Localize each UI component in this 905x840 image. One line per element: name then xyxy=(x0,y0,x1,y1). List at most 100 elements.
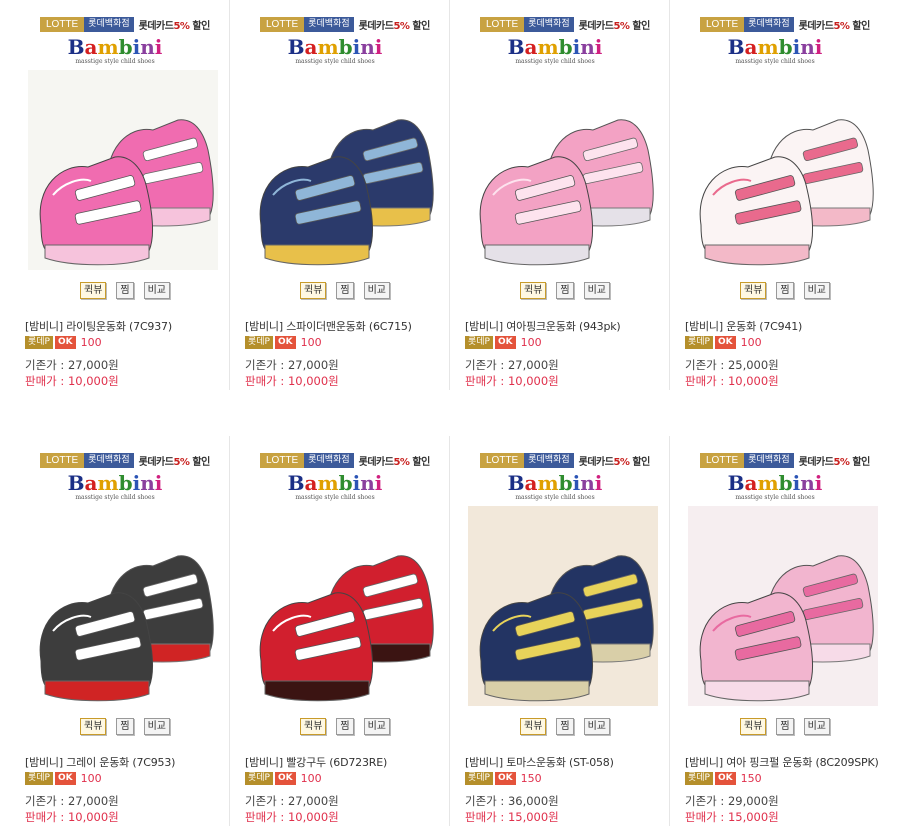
quickview-button[interactable]: 퀵뷰 xyxy=(300,282,327,299)
brand-letter: i xyxy=(814,35,823,59)
brand-logo: Bambini masstige style child shoes xyxy=(10,472,220,502)
original-price: 기존가 : 27,000원 xyxy=(25,793,119,809)
product-name[interactable]: [밤비니] 그레이 운동화 (7C953) xyxy=(25,754,175,770)
product-name[interactable]: [밤비니] 스파이더맨운동화 (6C715) xyxy=(245,318,412,334)
brand-letter: B xyxy=(727,471,745,495)
sale-price-label: 판매가 : xyxy=(465,374,508,388)
original-price: 기존가 : 27,000원 xyxy=(245,357,339,373)
quickview-button[interactable]: 퀵뷰 xyxy=(740,718,767,735)
brand-letter: a xyxy=(84,471,98,495)
product-image[interactable] xyxy=(468,506,658,706)
brand-name: Bambini xyxy=(230,472,440,494)
wishlist-button[interactable]: 찜 xyxy=(336,718,354,735)
discount-tail: 할인 xyxy=(189,20,210,32)
compare-button[interactable]: 비교 xyxy=(143,718,171,735)
promo-banner: LOTTE 롯데백화점 롯데카드5% 할인 xyxy=(40,452,210,468)
action-buttons: 퀵뷰 찜 비교 xyxy=(80,282,171,299)
brand-letter: i xyxy=(374,35,383,59)
lotte-label: LOTTE xyxy=(260,16,305,32)
compare-button[interactable]: 비교 xyxy=(803,282,831,299)
quickview-button[interactable]: 퀵뷰 xyxy=(740,282,767,299)
brand-name: Bambini xyxy=(10,36,220,58)
compare-button[interactable]: 비교 xyxy=(363,718,391,735)
wishlist-button[interactable]: 찜 xyxy=(116,282,134,299)
product-image[interactable] xyxy=(248,70,438,270)
promo-banner: LOTTE 롯데백화점 롯데카드5% 할인 xyxy=(700,16,870,32)
point-row: 롯데P OK 100 xyxy=(25,772,102,785)
original-price: 기존가 : 27,000원 xyxy=(245,793,339,809)
action-buttons: 퀵뷰 찜 비교 xyxy=(740,282,831,299)
product-name[interactable]: [밤비니] 운동화 (7C941) xyxy=(685,318,802,334)
product-name[interactable]: [밤비니] 여아핑크운동화 (943pk) xyxy=(465,318,621,334)
wishlist-button[interactable]: 찜 xyxy=(556,718,574,735)
brand-letter: m xyxy=(97,35,119,59)
discount-percent: 5% xyxy=(393,20,410,32)
product-image[interactable] xyxy=(248,506,438,706)
product-card: LOTTE 롯데백화점 롯데카드5% 할인 Bambini masstige style… xyxy=(669,0,890,400)
wishlist-button[interactable]: 찜 xyxy=(776,718,794,735)
compare-button[interactable]: 비교 xyxy=(583,282,611,299)
product-image[interactable] xyxy=(688,70,878,270)
compare-button[interactable]: 비교 xyxy=(803,718,831,735)
brand-letter: m xyxy=(317,471,339,495)
original-price-value: 25,000원 xyxy=(727,358,779,372)
brand-tagline: masstige style child shoes xyxy=(515,58,595,65)
wishlist-button[interactable]: 찜 xyxy=(776,282,794,299)
sale-price: 판매가 : 10,000원 xyxy=(465,373,559,389)
brand-letter: b xyxy=(778,471,793,495)
compare-button[interactable]: 비교 xyxy=(363,282,391,299)
sale-price-value: 15,000원 xyxy=(727,810,779,824)
product-name[interactable]: [밤비니] 빨강구두 (6D723RE) xyxy=(245,754,387,770)
sale-price-value: 10,000원 xyxy=(507,374,559,388)
lotte-label: LOTTE xyxy=(260,452,305,468)
point-value: 150 xyxy=(740,772,762,785)
quickview-button[interactable]: 퀵뷰 xyxy=(520,718,547,735)
original-price: 기존가 : 27,000원 xyxy=(25,357,119,373)
compare-button[interactable]: 비교 xyxy=(583,718,611,735)
lotte-label: LOTTE xyxy=(480,452,525,468)
product-name[interactable]: [밤비니] 토마스운동화 (ST-058) xyxy=(465,754,614,770)
lotte-point-badge: 롯데P xyxy=(245,772,273,785)
brand-letter: n xyxy=(580,471,595,495)
card-discount-label: 롯데카드5% 할인 xyxy=(579,453,651,468)
compare-button[interactable]: 비교 xyxy=(143,282,171,299)
quickview-button[interactable]: 퀵뷰 xyxy=(520,282,547,299)
product-image[interactable] xyxy=(688,506,878,706)
lotte-label: LOTTE xyxy=(40,452,85,468)
original-price-label: 기존가 : xyxy=(685,358,728,372)
brand-tagline: masstige style child shoes xyxy=(75,494,155,501)
product-name[interactable]: [밤비니] 라이팅운동화 (7C937) xyxy=(25,318,172,334)
wishlist-button[interactable]: 찜 xyxy=(556,282,574,299)
brand-letter: n xyxy=(360,471,375,495)
sale-price-value: 10,000원 xyxy=(287,374,339,388)
brand-letter: B xyxy=(727,35,745,59)
sale-price-value: 10,000원 xyxy=(727,374,779,388)
original-price-label: 기존가 : xyxy=(465,794,508,808)
quickview-button[interactable]: 퀵뷰 xyxy=(300,718,327,735)
action-buttons: 퀵뷰 찜 비교 xyxy=(300,718,391,735)
product-card: LOTTE 롯데백화점 롯데카드5% 할인 Bambini masstige style… xyxy=(229,0,450,400)
product-image[interactable] xyxy=(468,70,658,270)
product-image[interactable] xyxy=(28,70,218,270)
product-grid: LOTTE 롯데백화점 롯데카드5% 할인 Bambini masstige style… xyxy=(0,0,905,840)
lotte-point-badge: 롯데P xyxy=(245,336,273,349)
wishlist-button[interactable]: 찜 xyxy=(116,718,134,735)
promo-banner: LOTTE 롯데백화점 롯데카드5% 할인 xyxy=(260,452,430,468)
original-price: 기존가 : 36,000원 xyxy=(465,793,559,809)
quickview-button[interactable]: 퀵뷰 xyxy=(80,718,107,735)
card-discount-label: 롯데카드5% 할인 xyxy=(799,17,871,32)
card-discount-label: 롯데카드5% 할인 xyxy=(359,17,431,32)
product-image[interactable] xyxy=(28,506,218,706)
sale-price-label: 판매가 : xyxy=(685,374,728,388)
brand-logo: Bambini masstige style child shoes xyxy=(230,472,440,502)
quickview-button[interactable]: 퀵뷰 xyxy=(80,282,107,299)
brand-letter: a xyxy=(524,35,538,59)
lotte-point-badge: 롯데P xyxy=(465,772,493,785)
point-row: 롯데P OK 100 xyxy=(245,772,322,785)
wishlist-button[interactable]: 찜 xyxy=(336,282,354,299)
original-price-label: 기존가 : xyxy=(245,794,288,808)
brand-letter: b xyxy=(338,471,353,495)
original-price: 기존가 : 29,000원 xyxy=(685,793,779,809)
product-name[interactable]: [밤비니] 여아 핑크펄 운동화 (8C209SPK) xyxy=(685,754,879,770)
point-value: 100 xyxy=(300,772,322,785)
